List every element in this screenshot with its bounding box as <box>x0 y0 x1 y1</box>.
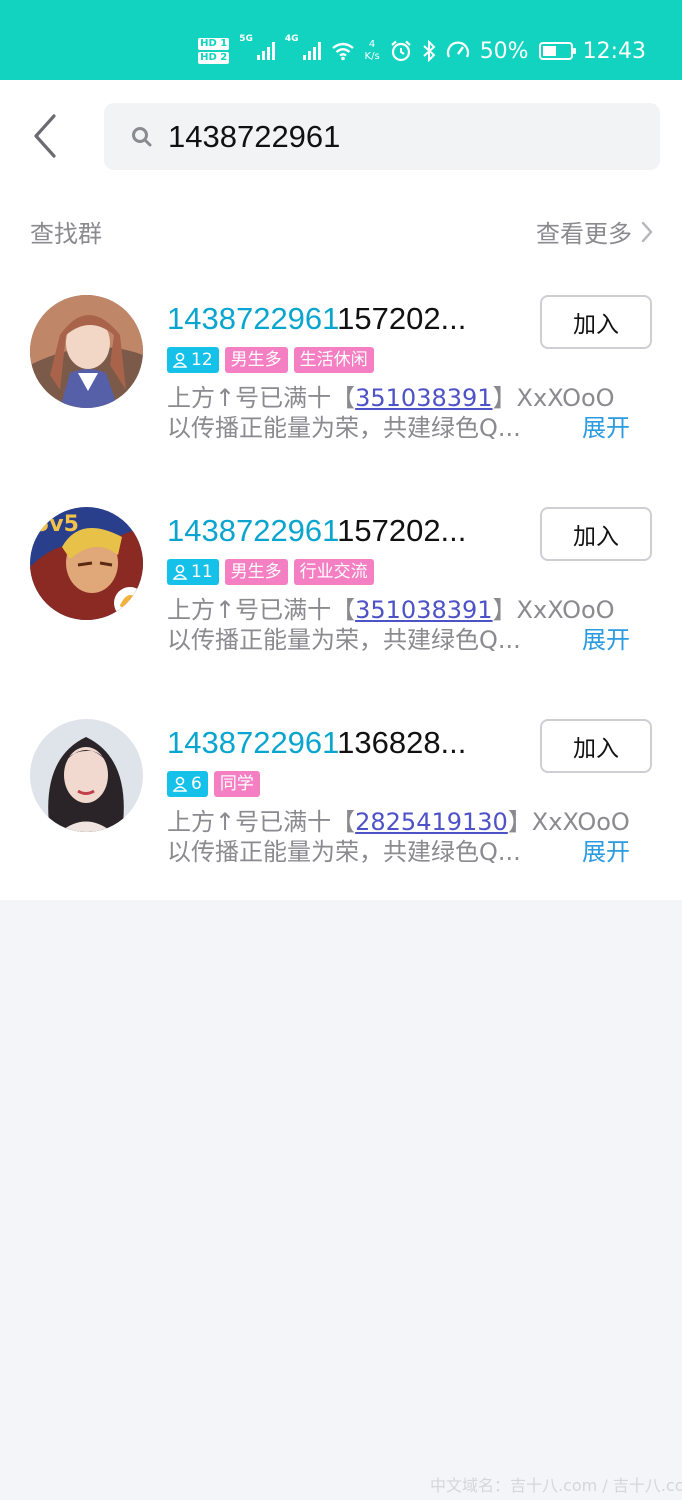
desc-line2: 以传播正能量为荣，共建绿色Q... <box>167 626 521 654</box>
group-tag: 男生多 <box>224 559 288 585</box>
expand-button[interactable]: 展开 <box>582 413 630 443</box>
group-name[interactable]: 1438722961157202... <box>167 511 497 551</box>
network-5g-label: 5G <box>239 34 253 44</box>
avatar-image <box>30 719 143 832</box>
group-name[interactable]: 1438722961136828... <box>167 723 497 763</box>
alarm-icon <box>390 40 411 62</box>
member-count-badge: 11 <box>167 559 219 585</box>
avatar-image: 5v5 <box>30 507 143 620</box>
chevron-right-icon <box>641 221 653 242</box>
group-tag: 行业交流 <box>293 559 374 585</box>
bluetooth-icon <box>423 40 436 62</box>
desc-suffix: 】XxXOoO <box>507 808 630 836</box>
speed-value: 4 <box>368 39 376 50</box>
expand-button[interactable]: 展开 <box>582 837 630 867</box>
network-4g-label: 4G <box>284 34 299 44</box>
chevron-left-icon <box>34 114 56 158</box>
group-description: 上方↑号已满十【351038391】XxXOoO 以传播正能量为荣，共建绿色Q.… <box>167 595 657 655</box>
speed-unit: K/s <box>364 51 380 62</box>
group-description: 上方↑号已满十【351038391】XxXOoO 以传播正能量为荣，共建绿色Q.… <box>167 383 657 443</box>
group-tags: 6 同学 <box>167 771 260 797</box>
desc-prefix: 上方↑号已满十【 <box>167 384 356 412</box>
member-count: 6 <box>191 774 202 794</box>
group-tags: 12 男生多 生活休闲 <box>167 347 374 373</box>
group-tag: 同学 <box>213 771 260 797</box>
member-count-badge: 12 <box>167 347 219 373</box>
member-count-badge: 6 <box>167 771 208 797</box>
speed-gauge-icon <box>446 41 469 58</box>
group-tag: 生活休闲 <box>293 347 374 373</box>
group-avatar[interactable] <box>30 719 143 832</box>
desc-prefix: 上方↑号已满十【 <box>167 808 356 836</box>
group-avatar[interactable] <box>30 295 143 408</box>
group-name[interactable]: 1438722961157202... <box>167 299 497 339</box>
member-count: 11 <box>191 562 213 582</box>
person-icon <box>173 564 187 580</box>
join-button[interactable]: 加入 <box>540 295 652 349</box>
search-icon <box>132 127 152 147</box>
desc-suffix: 】XxXOoO <box>492 596 615 624</box>
status-bar: HD 1 HD 2 5G 4G 4 K/s 50% 12:43 <box>0 0 682 80</box>
view-more-label: 查看更多 <box>536 220 632 248</box>
search-box[interactable] <box>104 103 660 170</box>
group-tag: 男生多 <box>224 347 288 373</box>
hd-indicator: HD 1 HD 2 <box>198 38 230 64</box>
watermark: 中文域名：吉十八.com / 吉十八.cc <box>430 1476 682 1495</box>
status-icons: HD 1 HD 2 5G 4G 4 K/s 50% 12:43 <box>198 34 646 68</box>
wifi-icon <box>331 42 354 61</box>
hd1-badge: HD 1 <box>198 38 230 50</box>
desc-line2: 以传播正能量为荣，共建绿色Q... <box>167 414 521 442</box>
signal-icon-2 <box>302 42 321 60</box>
group-name-rest: 136828... <box>337 725 467 760</box>
desc-group-link[interactable]: 351038391 <box>355 596 492 624</box>
battery-icon <box>538 42 576 60</box>
back-button[interactable] <box>26 112 66 160</box>
person-icon <box>173 776 187 792</box>
view-more-link[interactable]: 查看更多 <box>536 214 654 249</box>
expand-button[interactable]: 展开 <box>582 625 630 655</box>
desc-group-link[interactable]: 2825419130 <box>355 808 508 836</box>
svg-text:5v5: 5v5 <box>34 512 79 537</box>
group-list-item[interactable]: 5v5 1438722961157202... 加入 11 男生多 行业交流 上… <box>0 507 682 707</box>
search-input[interactable] <box>168 103 638 170</box>
join-button[interactable]: 加入 <box>540 719 652 773</box>
group-tags: 11 男生多 行业交流 <box>167 559 374 585</box>
group-name-highlight: 1438722961 <box>167 513 338 548</box>
person-icon <box>173 352 187 368</box>
member-count: 12 <box>191 350 213 370</box>
network-speed: 4 K/s <box>365 39 380 63</box>
hd2-badge: HD 2 <box>198 52 230 64</box>
join-button[interactable]: 加入 <box>540 507 652 561</box>
avatar-image <box>30 295 143 408</box>
signal-icon <box>256 42 275 60</box>
clock: 12:43 <box>582 38 646 64</box>
group-list-item[interactable]: 1438722961136828... 加入 6 同学 上方↑号已满十【2825… <box>0 719 682 919</box>
desc-prefix: 上方↑号已满十【 <box>167 596 356 624</box>
desc-line2: 以传播正能量为荣，共建绿色Q... <box>167 838 521 866</box>
section-title: 查找群 <box>30 220 102 248</box>
group-name-rest: 157202... <box>337 513 467 548</box>
group-name-highlight: 1438722961 <box>167 301 338 336</box>
group-name-highlight: 1438722961 <box>167 725 338 760</box>
desc-suffix: 】XxXOoO <box>492 384 615 412</box>
battery-percent: 50% <box>479 38 529 64</box>
group-name-rest: 157202... <box>337 301 467 336</box>
group-list-item[interactable]: 1438722961157202... 加入 12 男生多 生活休闲 上方↑号已… <box>0 295 682 495</box>
group-description: 上方↑号已满十【2825419130】XxXOoO 以传播正能量为荣，共建绿色Q… <box>167 807 657 867</box>
desc-group-link[interactable]: 351038391 <box>355 384 492 412</box>
group-avatar[interactable]: 5v5 <box>30 507 143 620</box>
